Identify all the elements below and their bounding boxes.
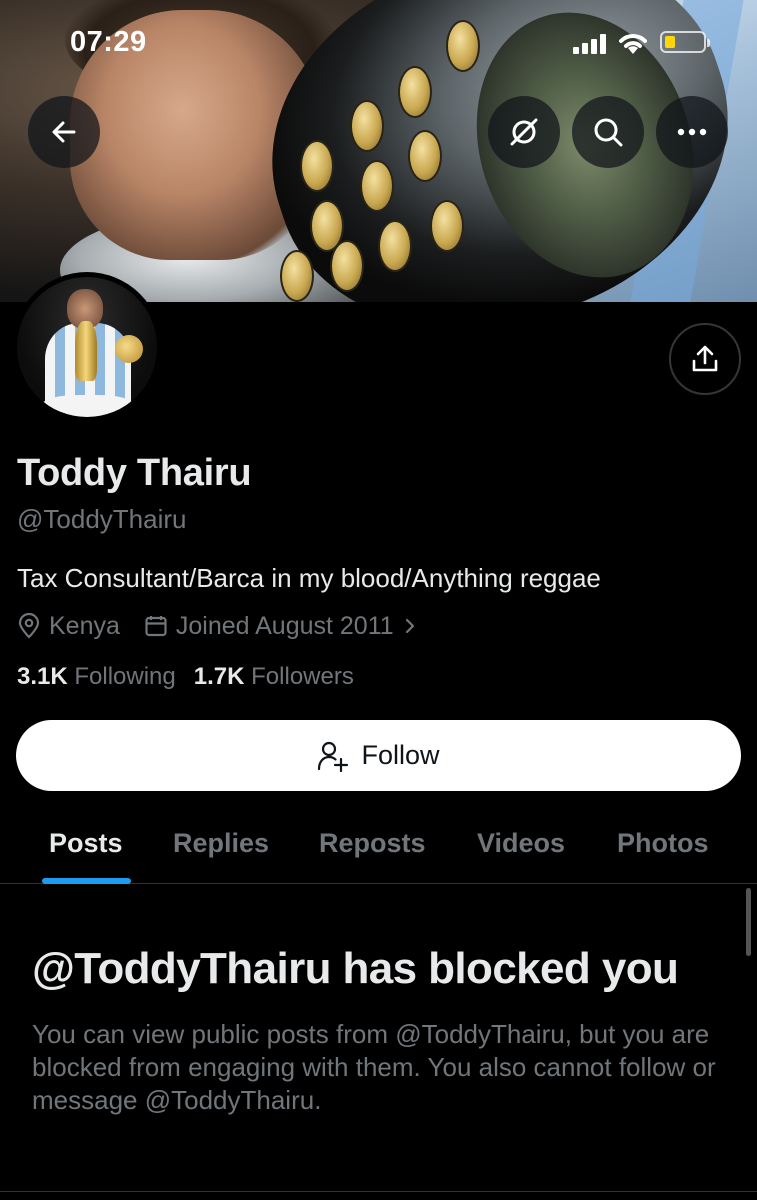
cellular-signal-icon bbox=[573, 32, 609, 54]
profile-name: Toddy Thairu bbox=[17, 452, 252, 494]
join-date-text: Joined August 2011 bbox=[175, 611, 394, 640]
grok-button[interactable] bbox=[488, 96, 560, 168]
divider bbox=[0, 1191, 757, 1192]
calendar-icon bbox=[145, 616, 167, 637]
trophy-plaque bbox=[378, 220, 412, 272]
location: Kenya bbox=[17, 612, 120, 641]
back-arrow-icon bbox=[52, 121, 76, 143]
back-button[interactable] bbox=[28, 96, 100, 168]
trophy-plaque bbox=[300, 140, 334, 192]
followers-label: Followers bbox=[251, 663, 354, 690]
followers-count: 1.7K bbox=[193, 663, 245, 690]
tab-replies[interactable]: Replies bbox=[173, 828, 269, 859]
trophy-plaque bbox=[430, 200, 464, 252]
profile-stats: 3.1K Following 1.7K Followers bbox=[17, 663, 372, 691]
blocked-message: You can view public posts from @ToddyTha… bbox=[32, 1019, 716, 1115]
followers-stat[interactable]: 1.7K Followers bbox=[194, 663, 354, 691]
search-button[interactable] bbox=[572, 96, 644, 168]
follow-button-label: Follow bbox=[361, 740, 440, 770]
tab-reposts[interactable]: Reposts bbox=[319, 828, 426, 859]
avatar-image bbox=[17, 277, 157, 417]
chevron-right-icon bbox=[405, 618, 414, 634]
following-label: Following bbox=[74, 663, 176, 690]
profile-bio: Tax Consultant/Barca in my blood/Anythin… bbox=[17, 563, 601, 593]
tab-photos[interactable]: Photos bbox=[617, 828, 709, 859]
profile-tabs: Posts Replies Reposts Videos Photos bbox=[0, 810, 757, 884]
share-button[interactable] bbox=[669, 323, 741, 395]
location-pin-icon bbox=[18, 613, 40, 639]
more-button[interactable] bbox=[656, 96, 728, 168]
profile-avatar[interactable] bbox=[12, 272, 162, 422]
trophy-plaque bbox=[408, 130, 442, 182]
status-bar: 07:29 bbox=[0, 0, 757, 84]
profile-meta: Kenya Joined August 2011 bbox=[17, 611, 442, 641]
battery-icon bbox=[660, 31, 710, 53]
profile-handle: @ToddyThairu bbox=[17, 504, 187, 534]
trophy-plaque bbox=[280, 250, 314, 302]
blocked-title: @ToddyThairu has blocked you bbox=[32, 944, 679, 993]
grok-icon bbox=[510, 118, 538, 146]
following-stat[interactable]: 3.1K Following bbox=[17, 663, 176, 691]
trophy-plaque bbox=[330, 240, 364, 292]
add-user-icon bbox=[318, 741, 349, 772]
status-time: 07:29 bbox=[70, 26, 147, 58]
following-count: 3.1K bbox=[17, 663, 68, 690]
follow-button[interactable]: Follow bbox=[16, 720, 741, 791]
wifi-icon bbox=[619, 34, 647, 54]
trophy-plaque bbox=[350, 100, 384, 152]
scrollbar[interactable] bbox=[746, 888, 751, 956]
location-text: Kenya bbox=[49, 611, 120, 640]
more-icon bbox=[677, 128, 707, 136]
active-tab-indicator bbox=[42, 878, 131, 884]
join-date[interactable]: Joined August 2011 bbox=[144, 612, 418, 641]
share-icon bbox=[692, 345, 718, 372]
tab-videos[interactable]: Videos bbox=[477, 828, 565, 859]
search-icon bbox=[594, 118, 623, 147]
tab-posts[interactable]: Posts bbox=[49, 828, 123, 859]
trophy-plaque bbox=[360, 160, 394, 212]
